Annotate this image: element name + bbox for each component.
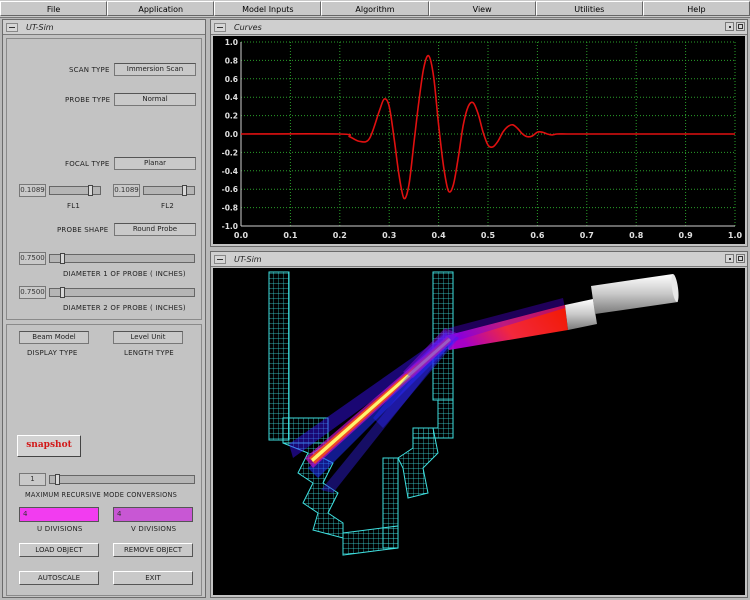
load-object-button[interactable]: LOAD OBJECT <box>19 543 99 557</box>
y-tick-label: -1.0 <box>222 222 238 231</box>
simulation-scene <box>268 271 679 556</box>
curves-window-titlebar: Curves <box>211 20 747 35</box>
focal-type-field[interactable]: Planar <box>114 157 196 170</box>
snapshot-button[interactable]: snapshot <box>17 435 81 457</box>
fl2-label: FL2 <box>161 202 174 210</box>
sim-window: UT-Sim <box>210 251 748 598</box>
x-tick-label: 0.1 <box>283 231 298 240</box>
exit-button[interactable]: EXIT <box>113 571 193 585</box>
window-menu-icon[interactable] <box>214 22 226 32</box>
y-tick-label: 1.0 <box>225 38 238 47</box>
menu-file[interactable]: File <box>0 1 108 16</box>
x-tick-label: 0.6 <box>530 231 545 240</box>
y-tick-label: 0.6 <box>225 75 238 84</box>
diameter1-label: DIAMETER 1 OF PROBE ( INCHES) <box>63 270 186 278</box>
diameter1-slider[interactable] <box>49 253 195 264</box>
curves-chart: 0.0 0.1 0.2 0.3 0.4 0.5 0.6 0.7 0.8 0.9 1.0 1.0 0.8 0… <box>222 38 743 240</box>
menu-utilities[interactable]: Utilities <box>535 1 643 16</box>
x-tick-label: 0.4 <box>432 231 447 240</box>
control-window-titlebar: UT-Sim <box>3 20 205 35</box>
probe-parameters-section: SCAN TYPE Immersion Scan PROBE TYPE Norm… <box>6 38 202 320</box>
fl2-value[interactable]: 0.1089 <box>113 184 140 197</box>
window-menu-icon[interactable] <box>6 22 18 32</box>
refracted-beam <box>289 328 459 493</box>
probe-type-label: PROBE TYPE <box>65 96 111 104</box>
menu-view[interactable]: View <box>428 1 536 16</box>
fl1-slider-thumb[interactable] <box>88 185 93 196</box>
y-tick-label: -0.8 <box>222 204 238 213</box>
diameter2-value[interactable]: 0.7500 <box>19 286 46 299</box>
max-recursive-label: MAXIMUM RECURSIVE MODE CONVERSIONS <box>25 491 178 499</box>
max-recursive-value[interactable]: 1 <box>19 473 46 486</box>
max-recursive-slider-thumb[interactable] <box>55 474 60 485</box>
u-divisions-label: U DIVISIONS <box>37 525 83 533</box>
scan-type-field[interactable]: Immersion Scan <box>114 63 196 76</box>
remove-object-button[interactable]: REMOVE OBJECT <box>113 543 193 557</box>
x-tick-label: 0.8 <box>629 231 644 240</box>
fl1-value[interactable]: 0.1089 <box>19 184 46 197</box>
menu-algorithm[interactable]: Algorithm <box>321 1 429 16</box>
focal-type-label: FOCAL TYPE <box>65 160 110 168</box>
x-tick-label: 0.9 <box>679 231 694 240</box>
diameter1-slider-thumb[interactable] <box>60 253 65 264</box>
y-tick-label: -0.2 <box>222 148 238 157</box>
max-recursive-slider[interactable] <box>49 474 195 485</box>
probe-type-field[interactable]: Normal <box>114 93 196 106</box>
fl1-label: FL1 <box>67 202 80 210</box>
menu-model-inputs[interactable]: Model Inputs <box>214 1 322 16</box>
x-tick-label: 1.0 <box>728 231 743 240</box>
sim-window-titlebar: UT-Sim <box>211 252 747 267</box>
diameter2-label: DIAMETER 2 OF PROBE ( INCHES) <box>63 304 186 312</box>
display-type-field[interactable]: Beam Model <box>19 331 89 344</box>
minimize-icon[interactable] <box>725 22 734 31</box>
y-tick-label: 0.0 <box>225 130 238 139</box>
v-divisions-field[interactable]: 4 <box>113 507 193 522</box>
y-tick-label: 0.2 <box>225 112 238 121</box>
fl2-slider[interactable] <box>143 185 195 196</box>
simulation-viewport[interactable] <box>213 268 745 595</box>
sim-window-title: UT-Sim <box>234 254 262 264</box>
y-tick-label: 0.4 <box>225 93 238 102</box>
x-tick-label: 0.7 <box>580 231 594 240</box>
probe-shape-label: PROBE SHAPE <box>57 226 109 234</box>
curves-window: Curves 0.0 0.1 0.2 0.3 0.4 0.5 0.6 0.7 0.8 0.9 1.0… <box>210 19 748 247</box>
menu-help[interactable]: Help <box>642 1 750 16</box>
x-tick-label: 0.5 <box>481 231 496 240</box>
x-tick-label: 0.3 <box>382 231 396 240</box>
display-type-label: DISPLAY TYPE <box>27 349 78 357</box>
menu-bar: File Application Model Inputs Algorithm … <box>0 0 750 18</box>
y-tick-label: -0.4 <box>222 167 238 176</box>
minimize-icon[interactable] <box>725 254 734 263</box>
length-type-label: LENGTH TYPE <box>124 349 174 357</box>
diameter2-slider-thumb[interactable] <box>60 287 65 298</box>
diameter1-value[interactable]: 0.7500 <box>19 252 46 265</box>
window-menu-icon[interactable] <box>214 254 226 264</box>
v-divisions-label: V DIVISIONS <box>131 525 177 533</box>
autoscale-button[interactable]: AUTOSCALE <box>19 571 99 585</box>
menu-application[interactable]: Application <box>107 1 215 16</box>
x-tick-label: 0.2 <box>333 231 347 240</box>
curves-window-title: Curves <box>234 22 262 32</box>
y-tick-label: -0.6 <box>222 185 238 194</box>
fl1-slider[interactable] <box>49 185 101 196</box>
u-divisions-field[interactable]: 4 <box>19 507 99 522</box>
probe-shape-field[interactable]: Round Probe <box>114 223 196 236</box>
length-type-field[interactable]: Level Unit <box>113 331 183 344</box>
maximize-icon[interactable] <box>736 22 745 31</box>
probe-transducer <box>565 274 679 330</box>
y-tick-label: 0.8 <box>225 56 238 65</box>
maximize-icon[interactable] <box>736 254 745 263</box>
control-window: UT-Sim SCAN TYPE Immersion Scan PROBE TY… <box>2 19 206 598</box>
control-window-title: UT-Sim <box>26 22 54 32</box>
display-section: Beam Model Level Unit DISPLAY TYPE LENGT… <box>6 324 202 596</box>
x-tick-label: 0.0 <box>234 231 249 240</box>
curves-plot-area: 0.0 0.1 0.2 0.3 0.4 0.5 0.6 0.7 0.8 0.9 1.0 1.0 0.8 0… <box>213 36 745 244</box>
fl2-slider-thumb[interactable] <box>182 185 187 196</box>
diameter2-slider[interactable] <box>49 287 195 298</box>
scan-type-label: SCAN TYPE <box>69 66 110 74</box>
